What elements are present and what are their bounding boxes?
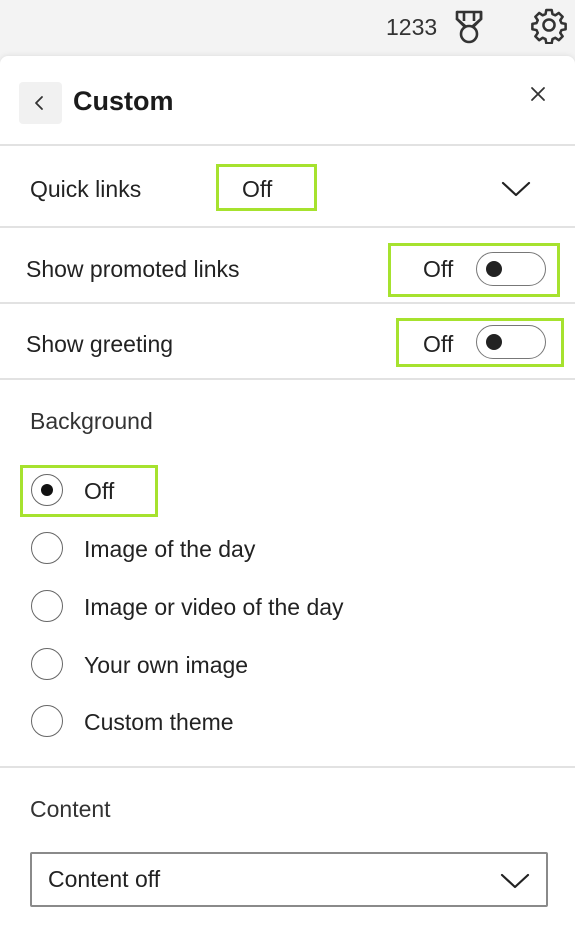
background-title: Background [30, 408, 153, 434]
greeting-state: Off [423, 331, 454, 357]
chevron-down-icon[interactable] [501, 180, 531, 198]
radio-label: Custom theme [84, 709, 234, 735]
greeting-label: Show greeting [26, 331, 174, 357]
content-dropdown[interactable]: Content off [30, 852, 548, 907]
chevron-left-icon [35, 96, 43, 110]
divider [0, 302, 575, 304]
medal-icon[interactable] [452, 9, 486, 45]
radio-button[interactable] [31, 474, 63, 506]
divider [0, 378, 575, 380]
chevron-down-icon [500, 873, 530, 889]
quick-links-label: Quick links [30, 176, 142, 202]
radio-label: Off [84, 478, 115, 504]
radio-button[interactable] [31, 705, 63, 737]
toggle-knob [486, 334, 502, 350]
radio-button[interactable] [31, 648, 63, 680]
panel-title: Custom [73, 86, 174, 116]
content-title: Content [30, 796, 111, 822]
content-dropdown-value: Content off [48, 866, 161, 892]
gear-icon[interactable] [530, 6, 568, 45]
promoted-links-toggle[interactable] [476, 252, 546, 286]
radio-label: Image of the day [84, 536, 256, 562]
radio-label: Image or video of the day [84, 594, 344, 620]
customize-panel: Custom Quick links Off Show promoted lin… [0, 56, 575, 937]
promoted-links-state: Off [423, 256, 454, 282]
radio-label: Your own image [84, 652, 249, 678]
top-bar: 1233 [0, 0, 575, 52]
divider [0, 766, 575, 768]
radio-button[interactable] [31, 590, 63, 622]
close-icon[interactable] [528, 84, 548, 104]
back-button[interactable] [19, 82, 62, 124]
divider [0, 144, 575, 146]
radio-dot [41, 484, 53, 496]
radio-button[interactable] [31, 532, 63, 564]
greeting-toggle[interactable] [476, 325, 546, 359]
toggle-knob [486, 261, 502, 277]
quick-links-value: Off [242, 176, 273, 202]
divider [0, 226, 575, 228]
promoted-links-label: Show promoted links [26, 256, 240, 282]
rewards-points[interactable]: 1233 [386, 14, 437, 41]
